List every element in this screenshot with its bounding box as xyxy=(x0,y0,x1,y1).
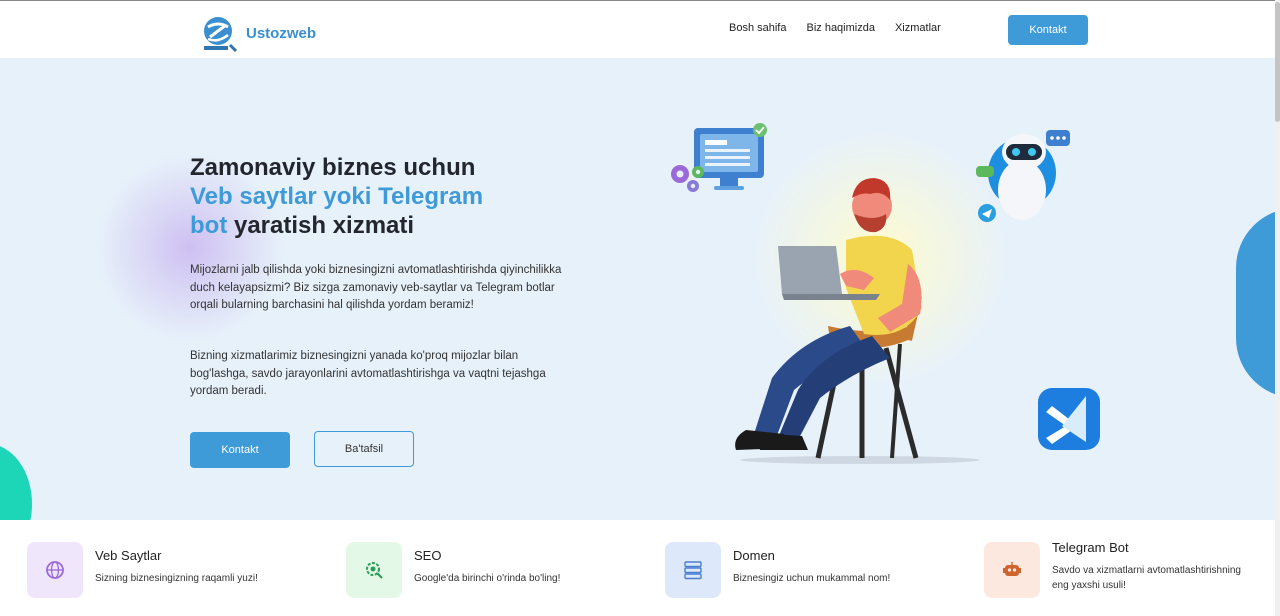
site-header: Ustozweb Bosh sahifa Biz haqimizda Xizma… xyxy=(0,0,1280,58)
hero-title: Zamonaviy biznes uchun Veb saytlar yoki … xyxy=(190,153,570,240)
nav-item-home[interactable]: Bosh sahifa xyxy=(729,22,786,34)
robot-icon xyxy=(1003,562,1021,576)
feature-desc: Sizning biznesingizning raqamli yuzi! xyxy=(95,573,258,584)
feature-desc: Savdo va xizmatlarni avtomatlashtirishni… xyxy=(1052,565,1241,591)
feature-title: SEO xyxy=(414,548,442,563)
person-with-laptop-illustration xyxy=(735,178,980,464)
hero-details-button[interactable]: Ba'tafsil xyxy=(314,431,414,467)
logo-icon xyxy=(204,17,238,53)
nav-item-services[interactable]: Xizmatlar xyxy=(895,22,941,34)
hero-title-part: yaratish xizmati xyxy=(233,212,415,239)
feature-title: Domen xyxy=(733,548,775,563)
nav-item-about[interactable]: Biz haqimizda xyxy=(806,22,874,34)
logo-text: Ustozweb xyxy=(246,24,317,42)
vscode-logo-icon xyxy=(1038,388,1100,450)
hero-contact-button[interactable]: Kontakt xyxy=(190,432,290,468)
features-section: Veb Saytlar Sizning biznesingizning raqa… xyxy=(0,520,1280,616)
hero-illustration xyxy=(671,123,1100,464)
feature-title: Veb Saytlar xyxy=(95,548,162,563)
hero-title-highlight: bot xyxy=(190,212,228,239)
feature-icon-box xyxy=(346,542,402,598)
feature-card[interactable]: Domen Biznesingiz uchun mukammal nom! xyxy=(665,542,933,598)
scrollbar-thumb[interactable] xyxy=(1275,2,1280,122)
seo-gear-icon xyxy=(366,562,383,579)
feature-card[interactable]: SEO Google'da birinchi o'rinda bo'ling! xyxy=(346,542,614,598)
header-contact-button[interactable]: Kontakt xyxy=(1008,15,1088,45)
hero-title-part: Zamonaviy biznes uchun xyxy=(190,154,476,181)
decorative-shape xyxy=(0,444,32,520)
feature-text: Telegram Bot Savdo va xizmatlarni avtoma… xyxy=(1052,538,1252,598)
feature-text: Domen Biznesingiz uchun mukammal nom! xyxy=(733,542,933,598)
hero-title-highlight: Veb saytlar yoki Telegram xyxy=(190,183,484,210)
gears-icon xyxy=(671,165,704,192)
feature-card[interactable]: Veb Saytlar Sizning biznesingizning raqa… xyxy=(27,542,295,598)
feature-desc: Biznesingiz uchun mukammal nom! xyxy=(733,573,891,584)
hero-paragraph: Mijozlarni jalb qilishda yoki biznesingi… xyxy=(190,264,562,311)
robot-assistant-icon xyxy=(976,130,1070,222)
feature-text: SEO Google'da birinchi o'rinda bo'ling! xyxy=(414,542,614,598)
monitor-code-icon xyxy=(694,123,767,190)
feature-icon-box xyxy=(665,542,721,598)
hero-section: Zamonaviy biznes uchun Veb saytlar yoki … xyxy=(0,58,1280,520)
main-nav: Bosh sahifa Biz haqimizda Xizmatlar xyxy=(729,22,941,34)
page-scrollbar[interactable] xyxy=(1275,0,1280,616)
server-icon xyxy=(684,561,702,580)
feature-icon-box xyxy=(27,542,83,598)
feature-text: Veb Saytlar Sizning biznesingizning raqa… xyxy=(95,542,295,598)
decorative-shape xyxy=(1236,208,1280,398)
feature-card[interactable]: Telegram Bot Savdo va xizmatlarni avtoma… xyxy=(984,538,1252,598)
globe-icon xyxy=(46,561,64,579)
feature-desc: Google'da birinchi o'rinda bo'ling! xyxy=(414,573,561,584)
feature-icon-box xyxy=(984,542,1040,598)
feature-title: Telegram Bot xyxy=(1052,540,1129,555)
hero-paragraph: Bizning xizmatlarimiz biznesingizni yana… xyxy=(190,350,546,397)
logo[interactable]: Ustozweb xyxy=(200,13,316,53)
